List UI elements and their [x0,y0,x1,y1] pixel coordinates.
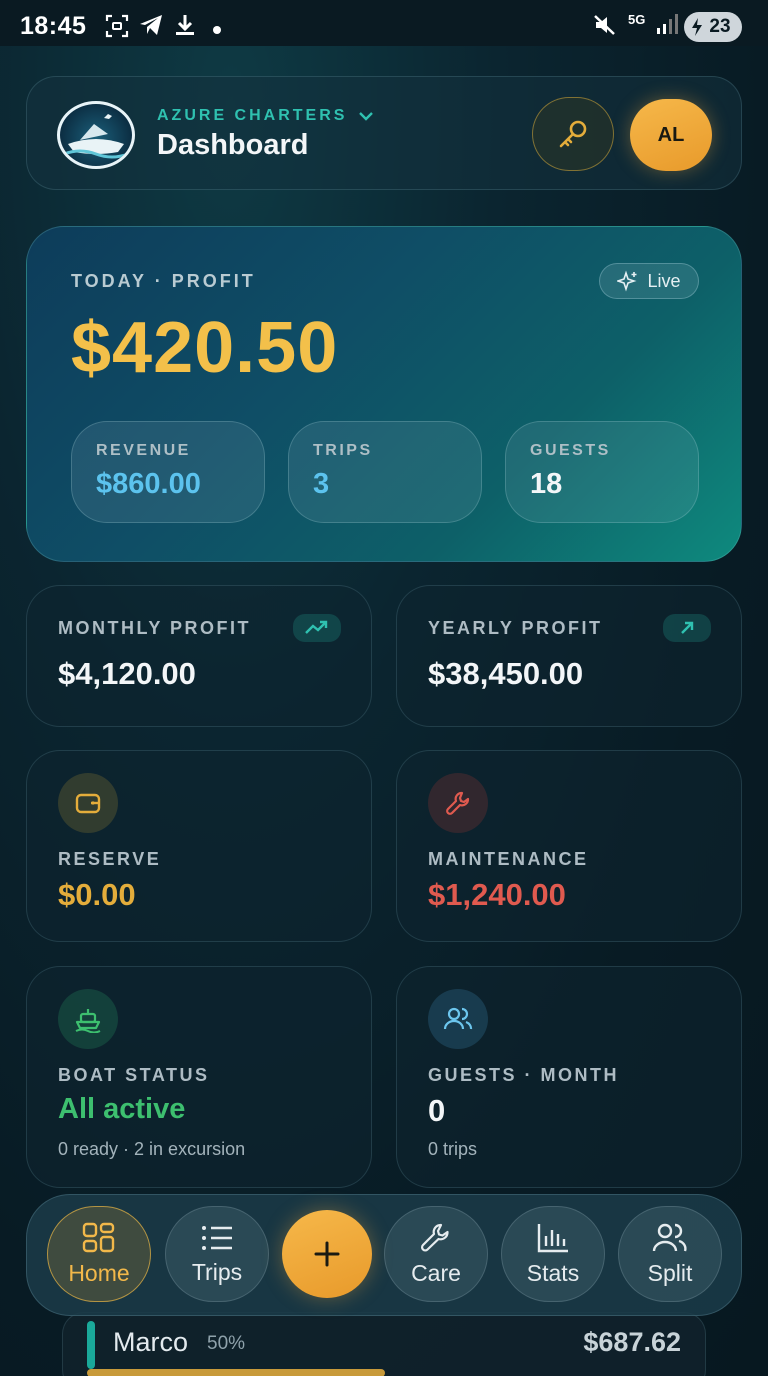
telegram-icon [138,13,164,42]
reserve-value: $0.00 [58,877,136,912]
status-bar: 18:45 5G 23 [0,0,768,46]
sparkle-icon [617,270,638,292]
maintenance-label: MAINTENANCE [428,849,589,869]
live-label: Live [647,270,681,291]
dot-icon [212,22,222,40]
boat-status-label: BOAT STATUS [58,1065,210,1085]
monthly-profit-card[interactable]: MONTHLY PROFIT $4,120.00 [26,585,372,727]
wrench-icon [420,1223,449,1252]
trips-value: 3 [313,468,330,500]
revenue-label: REVENUE [96,442,191,459]
charging-icon [690,17,704,43]
today-profit-value: $420.50 [71,308,339,388]
guests-month-label: GUESTS · MONTH [428,1065,619,1085]
header-card: AZURE CHARTERS Dashboard AL [26,76,742,190]
arrow-up-right-icon [663,614,711,642]
nav-care-label: Care [411,1259,461,1286]
maintenance-card[interactable]: MAINTENANCE $1,240.00 [396,750,742,942]
guests-value: 18 [530,468,563,500]
users-icon [652,1223,687,1251]
today-profit-card: TODAY · PROFIT Live $420.50 REVENUE $860… [26,226,742,562]
nav-stats-label: Stats [526,1259,580,1286]
plus-icon [314,1241,340,1267]
live-badge[interactable]: Live [599,263,699,299]
guests-month-value: 0 [428,1093,446,1128]
nav-care[interactable]: Care [384,1206,488,1302]
signal-icon [656,13,680,40]
boat-status-detail: 0 ready · 2 in excursion [58,1139,246,1159]
trending-up-icon [293,614,341,642]
maintenance-value: $1,240.00 [428,877,566,912]
monthly-profit-value: $4,120.00 [58,656,196,691]
reserve-label: RESERVE [58,849,162,869]
guests-stat: GUESTS 18 [505,421,699,523]
key-icon [559,120,587,148]
bottom-nav: Home Trips Care Stats Split [26,1194,742,1316]
partner-progress-bar [87,1369,385,1376]
revenue-value: $860.00 [96,468,201,500]
chevron-down-icon [357,107,375,130]
today-profit-label: TODAY · PROFIT [71,271,256,291]
split-list-item[interactable]: Marco 50% $687.62 [62,1312,706,1376]
network-label: 5G [628,12,646,27]
user-initials: AL [657,123,685,146]
key-button[interactable] [532,97,614,171]
yearly-profit-label: YEARLY PROFIT [428,618,603,638]
list-icon [202,1225,232,1250]
wrench-icon [428,773,488,833]
user-avatar-button[interactable]: AL [630,99,712,171]
partner-name: Marco [113,1327,189,1357]
mute-icon [592,13,618,42]
partner-amount: $687.62 [583,1327,681,1357]
battery-icon: 23 [684,12,742,42]
trips-stat: TRIPS 3 [288,421,482,523]
nav-stats[interactable]: Stats [501,1206,605,1302]
brand-selector[interactable]: AZURE CHARTERS [157,107,373,125]
partner-color-bar [87,1321,95,1369]
page-title: Dashboard [157,129,309,161]
grid-icon [82,1222,115,1252]
wallet-icon [58,773,118,833]
guests-month-card[interactable]: GUESTS · MONTH 0 0 trips [396,966,742,1188]
nav-home[interactable]: Home [47,1206,151,1302]
bar-chart-icon [537,1223,568,1252]
reserve-card[interactable]: RESERVE $0.00 [26,750,372,942]
yearly-profit-card[interactable]: YEARLY PROFIT $38,450.00 [396,585,742,727]
status-time: 18:45 [20,12,87,40]
company-logo[interactable] [57,101,135,169]
yearly-profit-value: $38,450.00 [428,656,584,691]
guests-month-detail: 0 trips [428,1139,478,1159]
download-icon [174,13,196,42]
revenue-stat: REVENUE $860.00 [71,421,265,523]
monthly-profit-label: MONTHLY PROFIT [58,618,252,638]
boat-status-value: All active [58,1093,186,1125]
nav-trips-label: Trips [191,1258,243,1285]
nav-trips[interactable]: Trips [165,1206,269,1302]
add-button[interactable] [282,1210,372,1298]
nav-split-label: Split [647,1259,693,1286]
ship-icon [58,989,118,1049]
guests-label: GUESTS [530,442,611,459]
screenshot-icon [104,13,130,44]
trips-label: TRIPS [313,442,373,459]
boat-logo-icon [63,114,129,159]
users-icon [428,989,488,1049]
battery-level: 23 [709,16,731,37]
partner-percent: 50% [207,1333,246,1354]
boat-status-card[interactable]: BOAT STATUS All active 0 ready · 2 in ex… [26,966,372,1188]
nav-split[interactable]: Split [618,1206,722,1302]
nav-home-label: Home [68,1259,130,1286]
brand-name: AZURE CHARTERS [157,107,348,124]
